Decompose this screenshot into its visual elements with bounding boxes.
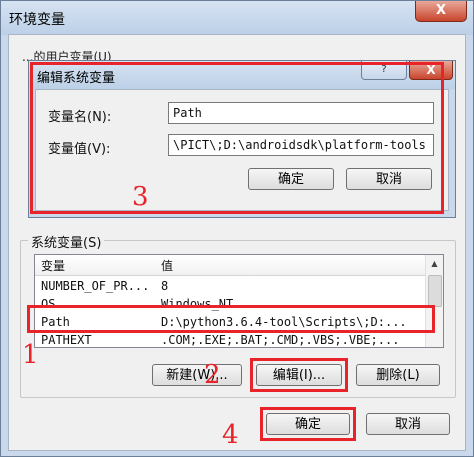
table-row[interactable]: PATHEXT .COM;.EXE;.BAT;.CMD;.VBS;.VBE;..… bbox=[35, 331, 425, 347]
row-variable-value: .COM;.EXE;.BAT;.CMD;.VBS;.VBE;... bbox=[161, 333, 400, 347]
annotation-step-3: 3 bbox=[132, 182, 149, 212]
row-variable-value: 8 bbox=[161, 279, 169, 293]
delete-variable-button[interactable]: 删除(L) bbox=[356, 364, 440, 386]
annotation-step-4: 4 bbox=[222, 420, 239, 450]
annotation-box-edit-button bbox=[250, 358, 348, 392]
annotation-box-edit-dialog bbox=[30, 62, 444, 214]
outer-window-title: 环境变量 bbox=[9, 12, 65, 28]
outer-close-button[interactable]: X bbox=[415, 1, 467, 22]
cancel-button[interactable]: 取消 bbox=[366, 413, 450, 435]
annotation-step-1: 1 bbox=[22, 340, 39, 370]
system-variables-label: 系统变量(S) bbox=[28, 232, 105, 251]
column-header-variable[interactable]: 变量 bbox=[41, 257, 65, 274]
annotation-step-2: 2 bbox=[204, 360, 221, 390]
close-icon: X bbox=[435, 3, 447, 18]
annotation-box-path-row bbox=[27, 305, 435, 333]
system-variables-list[interactable]: 变量 值 NUMBER_OF_PR... 8 OS Windows_NT Pat… bbox=[34, 254, 444, 348]
new-variable-button[interactable]: 新建(W)... bbox=[152, 364, 242, 386]
annotation-box-ok-button bbox=[260, 407, 356, 441]
list-scrollbar[interactable]: ▲ bbox=[425, 255, 443, 347]
row-variable-name: NUMBER_OF_PR... bbox=[41, 279, 150, 293]
table-row[interactable]: NUMBER_OF_PR... 8 bbox=[35, 277, 425, 295]
scroll-up-arrow-icon[interactable]: ▲ bbox=[426, 255, 443, 272]
list-header: 变量 值 bbox=[35, 255, 425, 276]
scroll-thumb[interactable] bbox=[428, 275, 442, 307]
row-variable-name: PATHEXT bbox=[41, 333, 92, 347]
column-header-value[interactable]: 值 bbox=[161, 257, 173, 274]
outer-titlebar[interactable]: 环境变量 bbox=[1, 1, 473, 35]
